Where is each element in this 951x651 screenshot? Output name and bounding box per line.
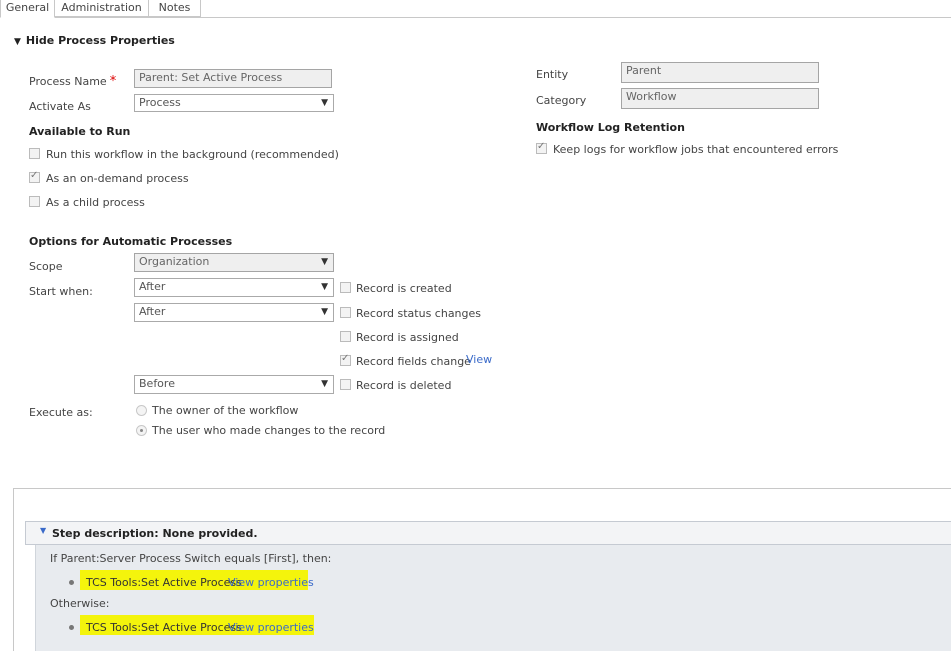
start-when-value: After — [139, 305, 166, 318]
step1-view-properties-link[interactable]: View properties — [228, 576, 314, 589]
tab-general-label: General — [5, 1, 50, 14]
condition-text: If Parent:Server Process Switch equals [… — [50, 552, 332, 565]
user-radio-label: The user who made changes to the record — [152, 424, 386, 437]
tab-administration-label: Administration — [61, 1, 142, 14]
dropdown-arrow-icon: ▼ — [321, 257, 328, 267]
activate-as-value: Process — [139, 96, 181, 109]
required-asterisk: * — [109, 74, 117, 89]
step-description: Step description: None provided. — [52, 527, 258, 540]
bullet-icon — [69, 580, 74, 585]
record-created-label: Record is created — [356, 282, 452, 295]
step1-text: TCS Tools:Set Active Process — [86, 576, 242, 589]
tab-notes-label: Notes — [158, 1, 191, 14]
tab-notes[interactable]: Notes — [148, 0, 201, 17]
process-name-input[interactable]: Parent: Set Active Process — [134, 69, 332, 88]
log-retention-title: Workflow Log Retention — [536, 121, 685, 134]
category-value: Workflow — [626, 90, 677, 103]
step2-view-properties-link[interactable]: View properties — [228, 621, 314, 634]
otherwise-text: Otherwise: — [50, 597, 110, 610]
record-fields-change-checkbox[interactable] — [340, 353, 351, 366]
tab-bar: General Administration Notes — [0, 0, 951, 18]
category-label: Category — [536, 94, 587, 107]
entity-label: Entity — [536, 68, 569, 81]
start-when-value: After — [139, 280, 166, 293]
automatic-options-title: Options for Automatic Processes — [29, 235, 233, 248]
run-background-label: Run this workflow in the background (rec… — [46, 148, 339, 161]
dropdown-arrow-icon: ▼ — [321, 282, 328, 292]
scope-label: Scope — [29, 260, 63, 273]
child-process-checkbox[interactable] — [29, 196, 40, 207]
record-created-checkbox[interactable] — [340, 282, 351, 293]
activate-as-label: Activate As — [29, 100, 91, 113]
start-when-label: Start when: — [29, 285, 93, 298]
execute-as-label: Execute as: — [29, 406, 93, 419]
user-radio[interactable] — [136, 425, 147, 436]
entity-input[interactable]: Parent — [621, 62, 819, 83]
dropdown-arrow-icon: ▼ — [321, 98, 328, 108]
start-when-select-deleted[interactable]: Before ▼ — [134, 375, 334, 394]
record-assigned-checkbox[interactable] — [340, 331, 351, 342]
process-name-value: Parent: Set Active Process — [139, 71, 283, 84]
dropdown-arrow-icon: ▼ — [321, 379, 328, 389]
owner-radio[interactable] — [136, 405, 147, 416]
start-when-select-created[interactable]: After ▼ — [134, 278, 334, 297]
hide-process-properties-toggle[interactable]: ▼ Hide Process Properties — [14, 34, 175, 47]
start-when-value: Before — [139, 377, 175, 390]
dropdown-arrow-icon: ▼ — [321, 307, 328, 317]
run-background-checkbox[interactable] — [29, 148, 40, 159]
category-input[interactable]: Workflow — [621, 88, 819, 109]
keep-logs-label: Keep logs for workflow jobs that encount… — [553, 143, 839, 156]
record-assigned-label: Record is assigned — [356, 331, 459, 344]
activate-as-select[interactable]: Process ▼ — [134, 94, 334, 112]
record-deleted-label: Record is deleted — [356, 379, 452, 392]
scope-value: Organization — [139, 255, 210, 268]
record-status-changes-label: Record status changes — [356, 307, 482, 320]
record-fields-change-label: Record fields change — [356, 355, 471, 368]
caret-down-icon: ▼ — [40, 526, 47, 535]
bullet-icon — [69, 625, 74, 630]
start-when-select-status[interactable]: After ▼ — [134, 303, 334, 322]
step2-text: TCS Tools:Set Active Process — [86, 621, 242, 634]
keep-logs-checkbox[interactable] — [536, 141, 547, 154]
owner-radio-label: The owner of the workflow — [152, 404, 299, 417]
tab-administration[interactable]: Administration — [54, 0, 149, 17]
process-name-label: Process Name * — [29, 74, 116, 89]
scope-select[interactable]: Organization ▼ — [134, 253, 334, 272]
entity-value: Parent — [626, 64, 662, 77]
record-status-changes-checkbox[interactable] — [340, 307, 351, 318]
record-deleted-checkbox[interactable] — [340, 379, 351, 390]
section-toggle-label: Hide Process Properties — [25, 34, 175, 47]
step-header[interactable]: ▼ Step description: None provided. — [25, 521, 951, 545]
tab-general[interactable]: General — [0, 0, 55, 18]
on-demand-label: As an on-demand process — [46, 172, 189, 185]
on-demand-checkbox[interactable] — [29, 170, 40, 183]
available-to-run-title: Available to Run — [29, 125, 131, 138]
caret-down-icon: ▼ — [14, 37, 21, 47]
view-fields-link[interactable]: View — [466, 353, 492, 366]
child-process-label: As a child process — [46, 196, 145, 209]
process-name-label-text: Process Name — [29, 75, 107, 88]
